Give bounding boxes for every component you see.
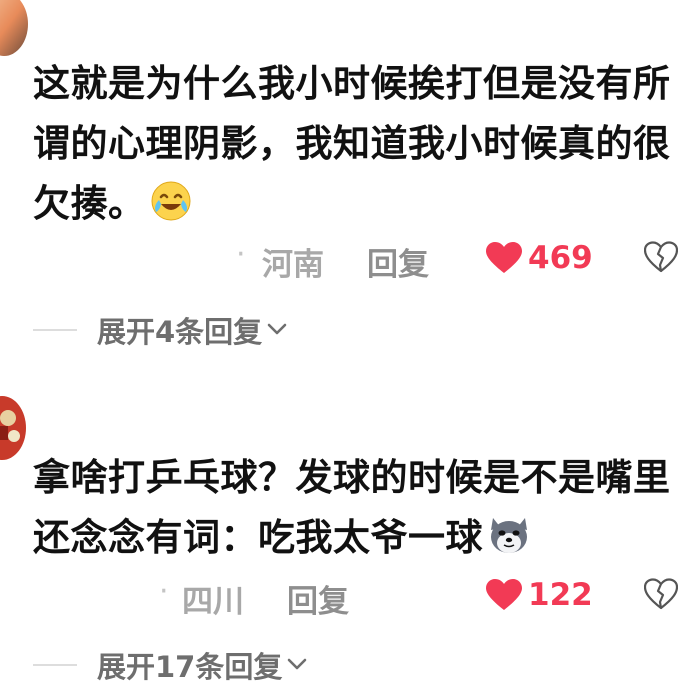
expand-replies-label: 展开4条回复 [97, 315, 263, 349]
dislike-button[interactable] [643, 578, 679, 614]
location-label: 河南 [262, 247, 324, 283]
separator-dot: · [236, 237, 246, 272]
doge-emoji-icon [487, 512, 531, 556]
reply-button[interactable]: 回复 [367, 239, 429, 284]
comment-text: 拿啥打乒乓球？发球的时候是不是嘴里还念念有词：吃我太爷一球 [33, 448, 673, 568]
divider-line [33, 329, 77, 331]
expand-replies[interactable]: 展开17条回复 [0, 645, 690, 685]
avatar-image [0, 396, 26, 460]
like-count: 122 [528, 577, 593, 613]
location-label: 四川 [182, 584, 244, 620]
dislike-button[interactable] [643, 241, 679, 277]
expand-replies[interactable]: 展开4条回复 [0, 310, 690, 350]
comment-meta: · 四川 回复 122 [0, 574, 690, 620]
broken-heart-icon [643, 578, 679, 610]
broken-heart-icon [643, 241, 679, 273]
avatar[interactable] [0, 396, 26, 460]
like-button[interactable]: 122 [486, 577, 593, 613]
avatar[interactable] [0, 0, 28, 56]
comment-meta: · 河南 回复 469 [0, 237, 690, 283]
avatar-image [0, 0, 28, 56]
like-count: 469 [528, 240, 593, 276]
comment-body: 拿啥打乒乓球？发球的时候是不是嘴里还念念有词：吃我太爷一球 [33, 456, 671, 559]
expand-replies-label: 展开17条回复 [97, 650, 283, 684]
comment-body: 这就是为什么我小时候挨打但是没有所谓的心理阴影，我知道我小时候真的很欠揍。 [33, 62, 671, 225]
separator-dot: · [159, 574, 169, 609]
comment-text: 这就是为什么我小时候挨打但是没有所谓的心理阴影，我知道我小时候真的很欠揍。 [33, 54, 673, 234]
heart-icon [486, 242, 522, 273]
like-button[interactable]: 469 [486, 240, 593, 276]
reply-button[interactable]: 回复 [287, 576, 349, 621]
chevron-down-icon [286, 656, 308, 675]
divider-line [33, 664, 77, 666]
heart-icon [486, 579, 522, 610]
laughing-crying-emoji-icon [150, 180, 192, 222]
chevron-down-icon [266, 321, 288, 340]
